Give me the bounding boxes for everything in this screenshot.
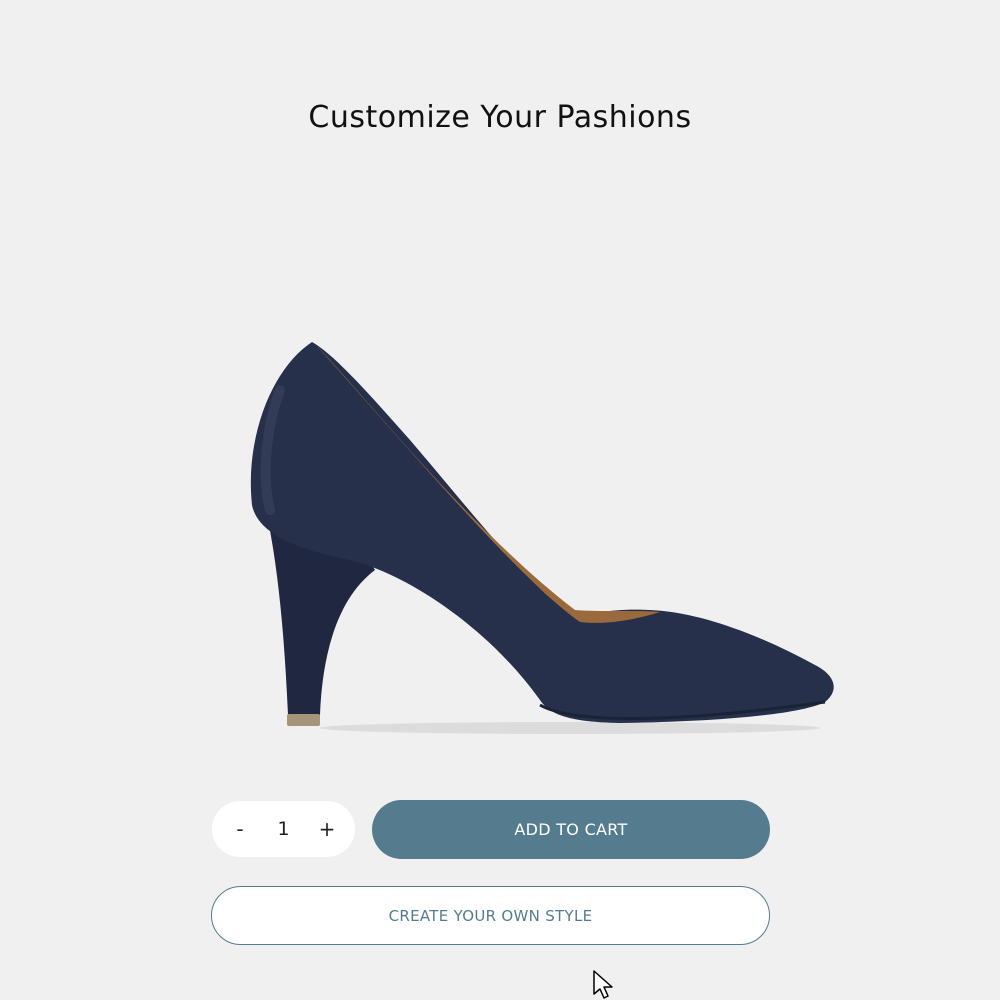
shoe-heel-tip bbox=[287, 714, 320, 726]
mouse-pointer-icon bbox=[593, 970, 613, 999]
quantity-value[interactable]: 1 bbox=[264, 818, 304, 840]
create-your-own-style-button[interactable]: CREATE YOUR OWN STYLE bbox=[211, 886, 770, 945]
quantity-increment-button[interactable]: + bbox=[309, 811, 345, 847]
quantity-stepper: - 1 + bbox=[212, 801, 355, 857]
shoe-body bbox=[250, 342, 834, 723]
shoe-shadow bbox=[320, 722, 820, 734]
product-image bbox=[250, 342, 834, 734]
add-to-cart-button[interactable]: ADD TO CART bbox=[372, 800, 770, 859]
page-title: Customize Your Pashions bbox=[308, 100, 692, 135]
page: Customize Your Pashions - 1 + ADD TO CAR… bbox=[0, 0, 1000, 1000]
quantity-decrement-button[interactable]: - bbox=[222, 811, 258, 847]
